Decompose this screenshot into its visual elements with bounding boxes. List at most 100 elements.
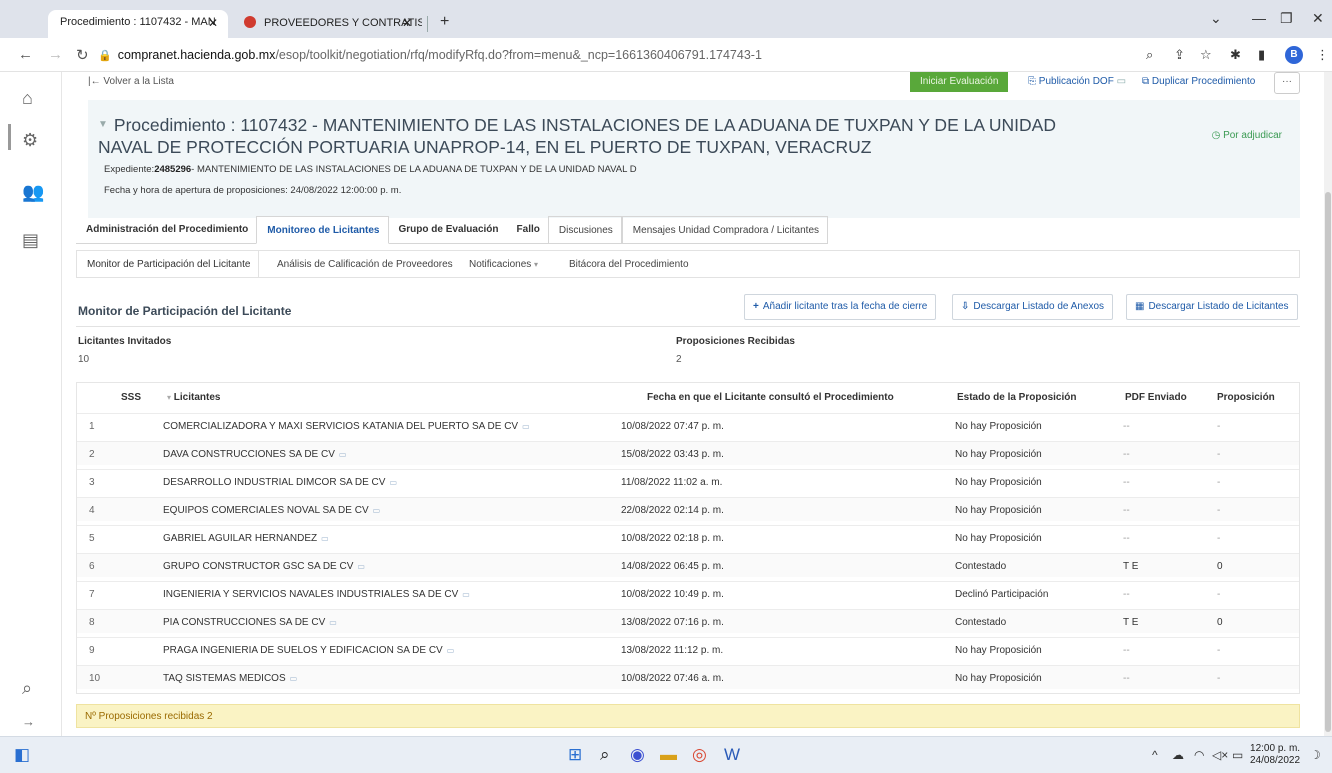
open-external-icon: ▭ [321,534,329,543]
publish-dof-label: Publicación DOF [1038,76,1114,87]
tab-fallo[interactable]: Fallo [507,216,548,244]
bidder-name-link[interactable]: DESARROLLO INDUSTRIAL DIMCOR SA DE CV ▭ [163,477,397,488]
start-evaluation-button[interactable]: Iniciar Evaluación [910,72,1009,92]
proposal-value: - [1217,505,1221,516]
bidder-name-link[interactable]: TAQ SISTEMAS MEDICOS ▭ [163,673,297,684]
reload-icon[interactable]: ↻ [76,46,89,64]
close-tab-icon[interactable]: ✕ [208,16,218,30]
tab-grupo-evaluacion[interactable]: Grupo de Evaluación [389,216,507,244]
col-header-licitantes[interactable]: ▾ Licitantes [167,392,220,403]
consulted-date: 10/08/2022 02:18 p. m. [621,533,724,544]
profile-avatar[interactable]: B [1285,46,1303,64]
users-icon[interactable]: 👥 [22,182,44,203]
bidders-table: SSS ▾ Licitantes Fecha en que el Licitan… [76,382,1300,694]
tab-administracion[interactable]: Administración del Procedimiento [76,216,256,244]
bidder-name-link[interactable]: EQUIPOS COMERCIALES NOVAL SA DE CV ▭ [163,505,380,516]
minimize-icon[interactable]: — [1252,10,1266,26]
subtab-monitor[interactable]: Monitor de Participación del Licitante [77,251,260,277]
bidder-name: DESARROLLO INDUSTRIAL DIMCOR SA DE CV [163,477,386,488]
col-header-sss[interactable]: SSS [121,392,141,403]
side-panel-icon[interactable]: ▮ [1258,47,1265,63]
search-icon[interactable]: ⌕ [22,678,32,699]
browser-menu-icon[interactable]: ⋮ [1316,47,1329,63]
close-window-icon[interactable]: ✕ [1312,10,1324,27]
col-header-pdf[interactable]: PDF Enviado [1125,392,1187,403]
tab-mensajes[interactable]: Mensajes Unidad Compradora / Licitantes [621,216,829,244]
bookmark-star-icon[interactable]: ☆ [1200,47,1212,63]
tab-monitoreo[interactable]: Monitoreo de Licitantes [256,216,389,244]
documents-icon[interactable]: ▤ [22,230,39,251]
subtab-notificaciones[interactable]: Notificaciones ▾ [469,259,538,270]
section-title: Monitor de Participación del Licitante [78,304,292,318]
subtab-analisis[interactable]: Análisis de Calificación de Proveedores [277,259,453,270]
close-tab-icon[interactable]: ✕ [402,16,412,30]
battery-icon[interactable]: ▭ [1232,748,1243,762]
bidder-name-link[interactable]: PIA CONSTRUCCIONES SA DE CV ▭ [163,617,337,628]
home-icon[interactable]: ⌂ [22,88,33,109]
tray-chevron-icon[interactable]: ^ [1152,748,1158,762]
notification-icon[interactable]: ☽ [1310,748,1321,762]
chat-icon[interactable]: ◉ [630,745,645,765]
bidder-name-link[interactable]: DAVA CONSTRUCCIONES SA DE CV ▭ [163,449,346,460]
col-header-fecha[interactable]: Fecha en que el Licitante consultó el Pr… [647,392,894,403]
subtab-notificaciones-label: Notificaciones [469,259,532,270]
scrollbar-thumb[interactable] [1325,192,1331,732]
tab-search-chevron-icon[interactable]: ⌄ [1210,10,1222,27]
widgets-icon[interactable]: ◧ [14,745,30,765]
new-tab-plus-icon[interactable]: + [440,13,449,31]
volume-icon[interactable]: ◁× [1212,748,1228,762]
download-annex-button[interactable]: ⇩ Descargar Listado de Anexos [952,294,1114,320]
share-icon[interactable]: ⇪ [1174,47,1185,63]
address-bar-row: ← → ↻ 🔒 compranet.hacienda.gob.mx/esop/to… [0,38,1332,72]
proposal-status: No hay Proposición [955,477,1042,488]
browser-tab-proveedores[interactable]: PROVEEDORES Y CONTRATISTAS ✕ [232,10,422,38]
wifi-icon[interactable]: ◠ [1194,748,1204,762]
system-clock[interactable]: 12:00 p. m. 24/08/2022 [1250,743,1300,767]
file-explorer-icon[interactable]: ▬ [660,745,677,765]
restore-icon[interactable]: ❐ [1280,10,1293,27]
back-arrow-icon[interactable]: ← [18,46,33,63]
expand-arrow-icon[interactable]: → [22,714,35,729]
collapse-triangle-icon[interactable]: ▼ [98,119,108,130]
word-icon[interactable]: W [724,745,740,765]
table-row: 2 DAVA CONSTRUCCIONES SA DE CV ▭ 15/08/20… [77,441,1299,465]
settings-cog-icon[interactable]: ⚙ [22,130,38,151]
proposal-status: No hay Proposición [955,505,1042,516]
col-header-estado[interactable]: Estado de la Proposición [957,392,1076,403]
url-field[interactable]: 🔒 compranet.hacienda.gob.mx/esop/toolkit/… [98,48,762,62]
bidder-name: TAQ SISTEMAS MEDICOS [163,673,286,684]
proposal-value: - [1217,533,1221,544]
subtab-bitacora[interactable]: Bitácora del Procedimiento [569,259,689,270]
row-number: 8 [89,617,95,628]
bidder-name-link[interactable]: GABRIEL AGUILAR HERNANDEZ ▭ [163,533,329,544]
start-menu-icon[interactable]: ⊞ [568,745,582,765]
row-number: 6 [89,561,95,572]
bidder-name-link[interactable]: INGENIERIA Y SERVICIOS NAVALES INDUSTRIA… [163,589,470,600]
back-to-list-link[interactable]: |← Volver a la Lista [88,76,174,87]
proposal-status: No hay Proposición [955,449,1042,460]
tray-app-icon[interactable]: ☁ [1172,748,1184,762]
expediente-label: Expediente: [104,164,155,175]
publish-dof-link[interactable]: ⎘ Publicación DOF ▭ [1028,76,1126,87]
col-header-proposicion[interactable]: Proposición [1217,392,1275,403]
bidder-name-link[interactable]: GRUPO CONSTRUCTOR GSC SA DE CV ▭ [163,561,365,572]
tab-discusiones[interactable]: Discusiones [547,216,622,244]
pdf-sent: -- [1123,449,1130,460]
browser-tab-procedimiento[interactable]: Procedimiento : 1107432 - MAN ✕ [48,10,228,38]
extensions-puzzle-icon[interactable]: ✱ [1230,47,1241,63]
add-bidder-button[interactable]: + Añadir licitante tras la fecha de cierr… [744,294,937,320]
bidder-name-link[interactable]: COMERCIALIZADORA Y MAXI SERVICIOS KATANI… [163,421,530,432]
row-number: 3 [89,477,95,488]
download-bidders-button[interactable]: ▦ Descargar Listado de Licitantes [1126,294,1298,320]
bidder-name-link[interactable]: PRAGA INGENIERIA DE SUELOS Y EDIFICACION… [163,645,454,656]
duplicate-procedure-link[interactable]: ⧉ Duplicar Procedimiento [1142,76,1255,87]
page-scrollbar[interactable] [1324,72,1332,736]
bidder-name: GABRIEL AGUILAR HERNANDEZ [163,533,318,544]
forward-arrow-icon[interactable]: → [48,46,63,63]
chrome-icon[interactable]: ◎ [692,745,707,765]
back-to-list-icon: |← [88,76,101,87]
zoom-icon[interactable]: ⌕ [1146,47,1153,63]
taskbar-search-icon[interactable]: ⌕ [600,745,610,765]
table-row: 1 COMERCIALIZADORA Y MAXI SERVICIOS KATA… [77,413,1299,437]
more-actions-button[interactable]: ··· [1274,72,1300,94]
